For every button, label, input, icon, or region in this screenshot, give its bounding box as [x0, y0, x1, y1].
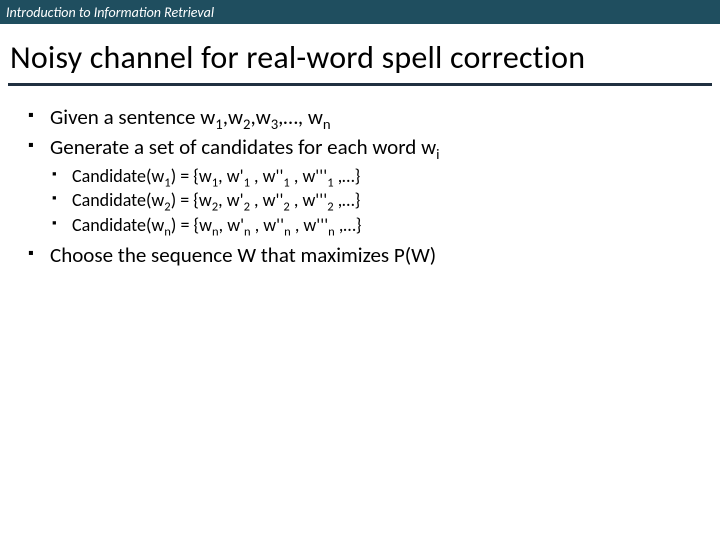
bullet-generate: Generate a set of candidates for each wo…: [28, 134, 702, 160]
bullet-choose: Choose the sequence W that maximizes P(W…: [28, 242, 702, 268]
slide-body: Given a sentence w1,w2,w3,…, wn Generate…: [0, 104, 720, 268]
title-underline: [8, 83, 712, 86]
bullet-cand-n: Candidate(wn) = {wn, w'n , w''n , w'''n …: [28, 214, 702, 237]
header-bar: Introduction to Information Retrieval: [0, 0, 720, 24]
bullet-cand-2: Candidate(w2) = {w2, w'2 , w''2 , w'''2 …: [28, 189, 702, 212]
bullet-given: Given a sentence w1,w2,w3,…, wn: [28, 104, 702, 130]
header-text: Introduction to Information Retrieval: [6, 4, 214, 21]
slide-title: Noisy channel for real-word spell correc…: [0, 24, 720, 83]
bullet-cand-1: Candidate(w1) = {w1, w'1 , w''1 , w'''1 …: [28, 165, 702, 188]
